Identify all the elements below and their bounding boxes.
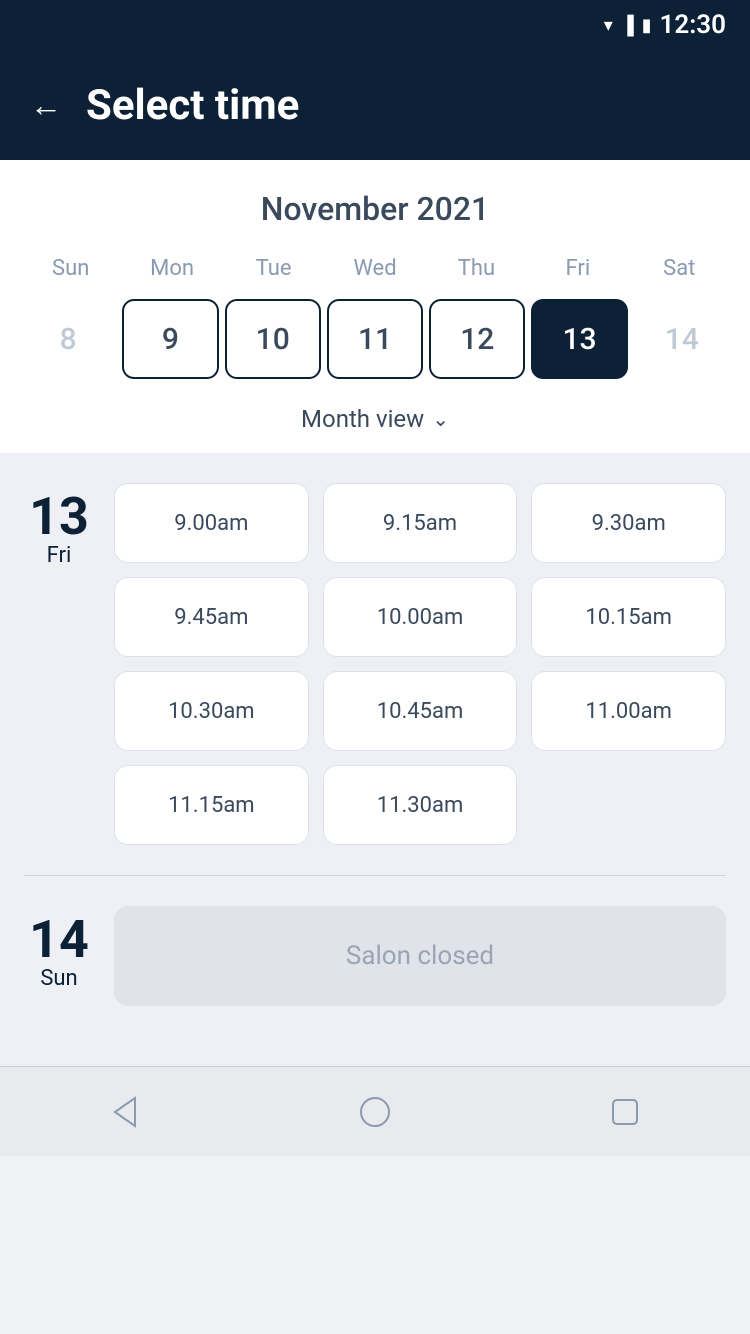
nav-home-button[interactable]	[345, 1082, 405, 1142]
weekday-headers: SunMonTueWedThuFriSat	[20, 248, 730, 289]
time-slot[interactable]: 10.30am	[114, 671, 309, 751]
calendar-date-cell: 8	[20, 299, 116, 379]
time-slot[interactable]: 10.45am	[323, 671, 518, 751]
day-label: 14Sun	[24, 906, 94, 1006]
time-slot[interactable]: 9.15am	[323, 483, 518, 563]
calendar-date-cell: 14	[634, 299, 730, 379]
home-circle-icon	[357, 1094, 393, 1130]
weekday-label: Fri	[527, 248, 628, 289]
time-slot[interactable]: 11.30am	[323, 765, 518, 845]
day-number: 13	[29, 491, 89, 543]
time-section: 13Fri 9.00am9.15am9.30am 9.45am10.00am10.1…	[0, 453, 750, 1066]
day-label: 13Fri	[24, 483, 94, 845]
time-slot[interactable]: 9.30am	[531, 483, 726, 563]
day-number: 14	[29, 914, 89, 966]
weekday-label: Tue	[223, 248, 324, 289]
weekday-label: Sun	[20, 248, 121, 289]
day-block: 14Sun Salon closed	[24, 906, 726, 1006]
section-divider	[24, 875, 726, 876]
back-triangle-icon	[107, 1094, 143, 1130]
back-button[interactable]: ←	[30, 89, 62, 121]
calendar-date-cell[interactable]: 11	[327, 299, 423, 379]
bottom-nav	[0, 1066, 750, 1156]
chevron-down-icon: ⌄	[432, 407, 449, 431]
calendar-section: November 2021 SunMonTueWedThuFriSat 8910…	[0, 160, 750, 389]
recent-square-icon	[607, 1094, 643, 1130]
month-view-label: Month view	[301, 405, 424, 433]
time-grid: 9.00am9.15am9.30am9.45am10.00am10.15am10…	[114, 483, 726, 845]
calendar-date-cell[interactable]: 13	[531, 299, 627, 379]
calendar-date-cell[interactable]: 12	[429, 299, 525, 379]
month-view-toggle[interactable]: Month view ⌄	[0, 389, 750, 453]
day-block: 13Fri 9.00am9.15am9.30am 9.45am10.00am10.1…	[24, 483, 726, 845]
status-icons: ▾ ▐ ▮ 12:30	[604, 10, 726, 40]
calendar-dates: 891011121314	[20, 299, 730, 389]
header: ← Select time	[0, 50, 750, 160]
weekday-label: Sat	[629, 248, 730, 289]
time-slot[interactable]: 9.00am	[114, 483, 309, 563]
salon-closed-label: Salon closed	[114, 906, 726, 1006]
time-slot[interactable]: 10.15am	[531, 577, 726, 657]
time-slot[interactable]: 10.00am	[323, 577, 518, 657]
time-slot[interactable]: 11.00am	[531, 671, 726, 751]
calendar-date-cell[interactable]: 9	[122, 299, 218, 379]
status-bar: ▾ ▐ ▮ 12:30	[0, 0, 750, 50]
day-name: Sun	[40, 966, 77, 991]
page-title: Select time	[86, 81, 299, 130]
nav-back-button[interactable]	[95, 1082, 155, 1142]
weekday-label: Thu	[426, 248, 527, 289]
status-time: 12:30	[660, 10, 727, 40]
month-year-label: November 2021	[20, 190, 730, 228]
wifi-icon: ▾	[604, 15, 613, 36]
nav-recent-button[interactable]	[595, 1082, 655, 1142]
time-slot[interactable]: 11.15am	[114, 765, 309, 845]
weekday-label: Mon	[121, 248, 222, 289]
calendar-date-cell[interactable]: 10	[225, 299, 321, 379]
day-name: Fri	[47, 543, 72, 568]
weekday-label: Wed	[324, 248, 425, 289]
battery-icon: ▮	[642, 15, 652, 36]
time-slot[interactable]: 9.45am	[114, 577, 309, 657]
signal-icon: ▐	[621, 15, 634, 36]
